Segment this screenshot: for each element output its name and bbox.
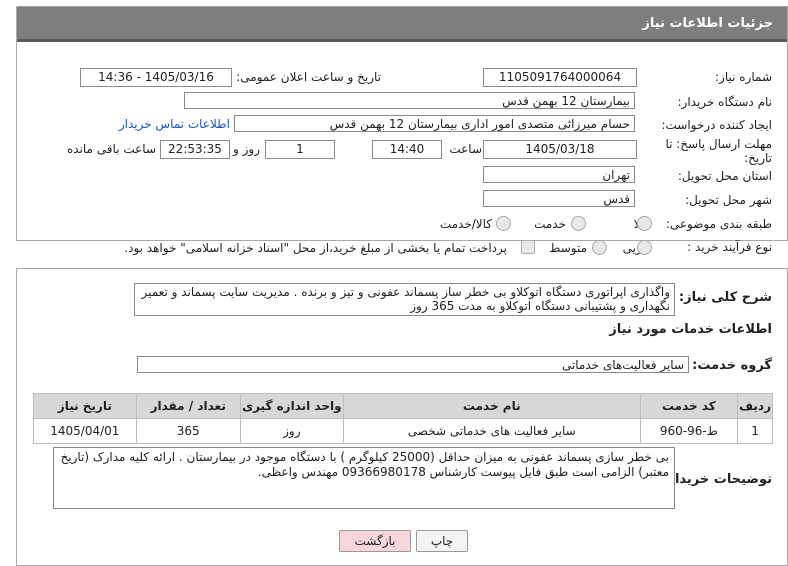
announce-datetime-field: 1405/03/16 - 14:36 [80,68,232,87]
province-label: استان محل تحویل: [677,169,772,183]
category-goods-radio[interactable] [637,216,652,231]
col-unit: واحد اندازه گیری [239,393,344,419]
process-option-medium: متوسط [549,241,587,255]
buyer-notes-label: توضیحات خریدار: [662,472,772,487]
province-field: تهران [483,166,635,183]
creator-field: حسام میرزائی متصدی امور اداری بیمارستان … [234,115,635,132]
description-line-2: نگهداری و پشتیبانی دستگاه اتوکلاو به مدت… [410,299,670,313]
print-button[interactable]: چاپ [416,530,468,552]
description-label: شرح کلی نیاز: [678,290,772,305]
payment-note: پرداخت تمام یا بخشی از مبلغ خرید،از محل … [124,241,507,255]
process-minor-radio[interactable] [637,240,652,255]
back-button[interactable]: بازگشت [339,530,411,552]
treasury-payment-checkbox[interactable] [521,240,535,254]
process-label: نوع فرآیند خرید : [687,240,772,254]
table-row: 1 ط-96-960 سایر فعالیت های خدماتی شخصی ر… [33,418,773,444]
city-label: شهر محل تحویل: [685,193,772,207]
category-option-service: خدمت [534,217,566,231]
col-need-date: تاریخ نیاز [33,393,137,419]
panel-title: جزئیات اطلاعات نیاز [642,16,773,31]
cell-row-number: 1 [737,418,773,444]
cell-need-date: 1405/04/01 [33,418,137,444]
deadline-date-field: 1405/03/18 [483,140,637,159]
deadline-label: مهلت ارسال پاسخ: تا [665,137,772,151]
services-table: ردیف کد خدمت نام خدمت واحد اندازه گیری ت… [33,393,773,444]
cell-unit: روز [239,418,344,444]
service-group-label: گروه خدمت: [692,358,772,373]
category-service-radio[interactable] [571,216,586,231]
city-field: قدس [483,190,635,207]
deadline-date-label: تاریخ: [744,151,772,165]
remaining-days-field: 1 [265,140,335,159]
table-header-row: ردیف کد خدمت نام خدمت واحد اندازه گیری ت… [33,393,773,419]
days-label: روز و [233,142,260,156]
cell-service-name: سایر فعالیت های خدماتی شخصی [342,418,641,444]
col-service-name: نام خدمت [342,393,641,419]
buyer-contact-link[interactable]: اطلاعات تماس خریدار [119,117,230,131]
services-section-title: اطلاعات خدمات مورد نیاز [609,322,772,337]
cell-quantity: 365 [135,418,241,444]
need-number-field: 1105091764000064 [483,68,637,87]
cell-service-code: ط-96-960 [639,418,739,444]
buyer-notes-line-1: بی خطر سازی پسماند عفونی به میزان حداقل … [60,450,669,464]
remaining-time-field: 22:53:35 [160,140,230,159]
col-service-code: کد خدمت [639,393,739,419]
deadline-time-label: ساعت [449,142,482,156]
category-option-both: کالا/خدمت [439,217,492,231]
buyer-org-field: بیمارستان 12 بهمن قدس [184,92,635,109]
announce-label: تاریخ و ساعت اعلان عمومی: [236,70,381,84]
buyer-notes-line-2: معتبر) الزامی است طبق فایل پیوست کارشناس… [257,465,669,479]
col-quantity: تعداد / مقدار [135,393,241,419]
category-both-radio[interactable] [496,216,511,231]
category-label: طبقه بندی موضوعی: [665,217,772,231]
buyer-notes-textarea: بی خطر سازی پسماند عفونی به میزان حداقل … [53,447,675,509]
service-group-field: سایر فعالیت‌های خدماتی [137,356,689,373]
need-number-label: شماره نیاز: [715,70,772,84]
description-textarea: واگذاری اپراتوری دستگاه اتوکلاو بی خطر س… [134,283,675,316]
col-row-number: ردیف [737,393,773,419]
remaining-time-label: ساعت باقی مانده [66,142,156,156]
description-line-1: واگذاری اپراتوری دستگاه اتوکلاو بی خطر س… [141,285,671,299]
process-medium-radio[interactable] [592,240,607,255]
creator-label: ایجاد کننده درخواست: [661,118,772,132]
buyer-org-label: نام دستگاه خریدار: [677,95,773,109]
panel-header: جزئیات اطلاعات نیاز [17,7,787,42]
deadline-time-field: 14:40 [372,140,442,159]
